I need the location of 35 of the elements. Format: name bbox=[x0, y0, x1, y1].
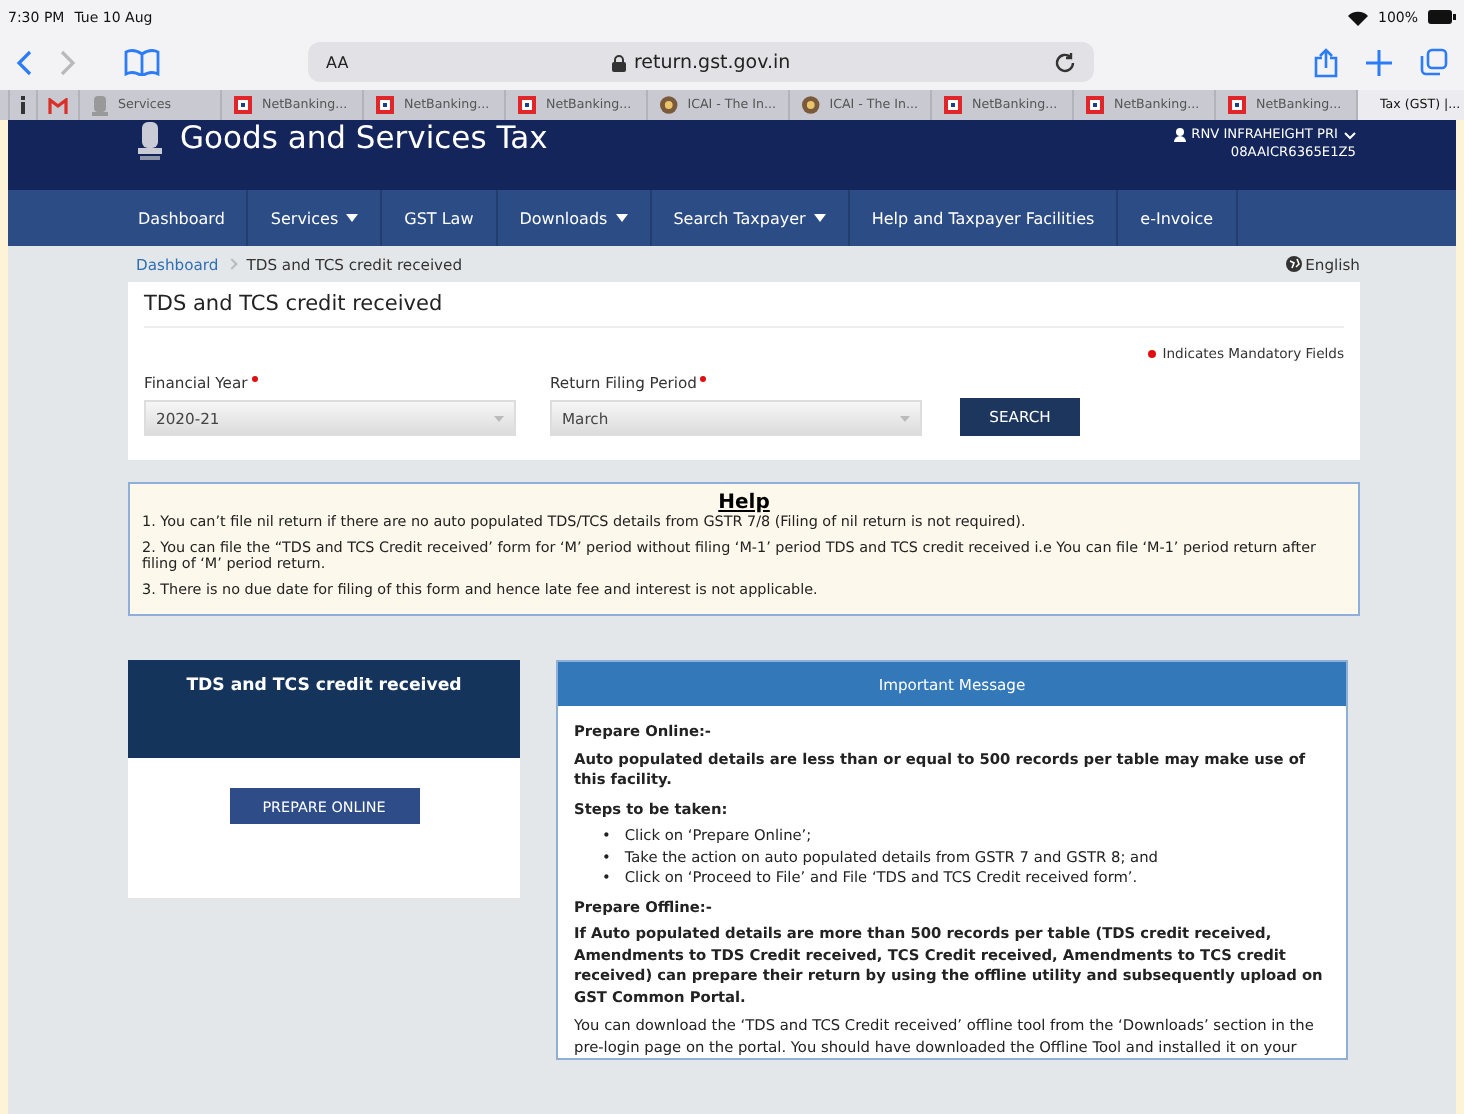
caret-icon bbox=[813, 214, 826, 222]
book-icon[interactable] bbox=[124, 48, 160, 76]
address-bar[interactable]: AA return.gst.gov.in bbox=[308, 42, 1094, 82]
bank-logo-icon bbox=[1086, 96, 1104, 114]
emblem-icon bbox=[92, 95, 108, 115]
share-icon[interactable] bbox=[1314, 47, 1338, 77]
wifi-icon bbox=[1347, 9, 1368, 25]
caret-icon bbox=[615, 214, 628, 222]
caret-icon bbox=[494, 415, 504, 421]
bank-logo-icon bbox=[376, 96, 394, 114]
user-icon bbox=[1173, 128, 1186, 142]
emblem-icon bbox=[660, 96, 678, 114]
help-title: Help bbox=[716, 492, 772, 514]
bank-logo-icon bbox=[944, 96, 962, 114]
chevron-down-icon bbox=[1344, 131, 1356, 139]
info-icon bbox=[20, 96, 26, 114]
url-text: return.gst.gov.in bbox=[633, 51, 791, 73]
back-icon[interactable] bbox=[16, 49, 32, 75]
panel-title: TDS and TCS credit received bbox=[186, 676, 462, 700]
mail-icon bbox=[48, 97, 68, 113]
site-title: Goods and Services Tax bbox=[180, 122, 548, 154]
globe-icon bbox=[1285, 256, 1302, 272]
battery-icon bbox=[1428, 10, 1456, 24]
lock-icon bbox=[611, 53, 626, 71]
bank-logo-icon bbox=[1228, 96, 1246, 114]
bank-logo-icon bbox=[518, 96, 536, 114]
plus-icon[interactable] bbox=[1366, 49, 1392, 75]
caret-icon bbox=[346, 214, 359, 222]
text-size-button[interactable]: AA bbox=[326, 53, 349, 71]
form-title: TDS and TCS credit received bbox=[144, 292, 1344, 328]
emblem-icon bbox=[802, 96, 820, 114]
caret-icon bbox=[900, 415, 910, 421]
tabs-icon[interactable] bbox=[1420, 48, 1448, 76]
bank-logo-icon bbox=[234, 96, 252, 114]
reload-icon[interactable] bbox=[1054, 51, 1076, 73]
